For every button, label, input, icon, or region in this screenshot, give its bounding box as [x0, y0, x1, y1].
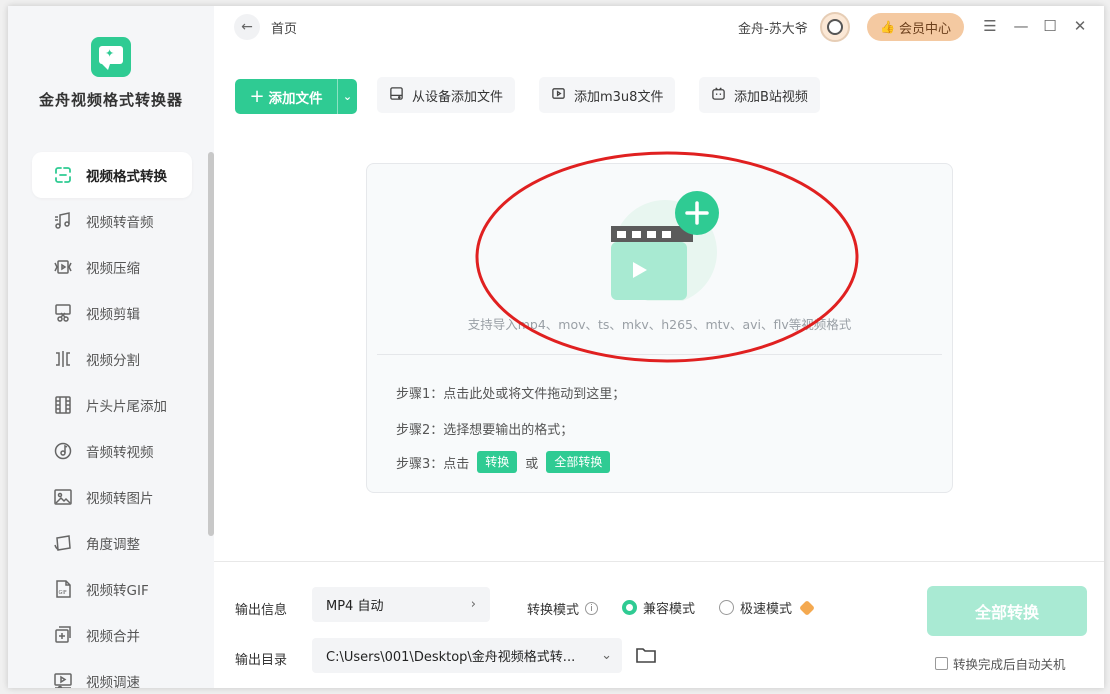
chevron-down-icon[interactable]: ⌄ — [337, 79, 357, 114]
step-3-text: 步骤3：点击 转换 或 全部转换 — [396, 451, 618, 473]
convert-all-chip: 全部转换 — [546, 451, 611, 473]
sidebar-item-label: 视频合并 — [86, 629, 140, 645]
step-1-text: 步骤1：点击此处或将文件拖动到这里； — [396, 387, 626, 402]
speed-icon — [52, 670, 74, 688]
music-disc-icon — [52, 440, 74, 462]
app-logo-icon: ✦ — [91, 37, 131, 77]
step-2-text: 步骤2：选择想要输出的格式； — [396, 423, 574, 438]
minimize-icon[interactable]: — — [1011, 16, 1031, 36]
output-settings-bar: 输出信息 MP4 自动 › 转换模式 i 兼容模式 极速模式 输出目录 C:\U… — [214, 561, 1104, 688]
sidebar-item-angle-adjust[interactable]: 角度调整 — [32, 520, 192, 566]
sidebar-item-label: 视频格式转换 — [86, 169, 167, 185]
convert-icon — [52, 164, 74, 186]
sidebar-item-video-to-gif[interactable]: GIF 视频转GIF — [32, 566, 192, 612]
add-bilibili-button[interactable]: 添加B站视频 — [699, 77, 820, 113]
output-dir-label: 输出目录 — [235, 653, 288, 668]
avatar[interactable] — [820, 12, 850, 42]
film-strip-icon — [52, 394, 74, 416]
sidebar-item-video-speed[interactable]: 视频调速 — [32, 658, 192, 688]
mode-fast-radio[interactable]: 极速模式 — [719, 598, 815, 617]
sidebar-item-label: 角度调整 — [86, 537, 140, 553]
sidebar-scrollbar[interactable] — [208, 152, 214, 536]
sidebar-item-video-to-audio[interactable]: 视频转音频 — [32, 198, 192, 244]
output-dir-select[interactable]: C:\Users\001\Desktop\金舟视频格式转... ⌄ — [312, 638, 622, 673]
merge-icon — [52, 624, 74, 646]
play-box-icon — [551, 86, 566, 105]
compress-icon — [52, 256, 74, 278]
gif-file-icon: GIF — [52, 578, 74, 600]
vip-badge-icon — [799, 599, 815, 616]
radio-selected-icon — [622, 600, 637, 615]
add-m3u8-button[interactable]: 添加m3u8文件 — [539, 77, 676, 113]
user-name: 金舟-苏大爷 — [738, 22, 808, 37]
sidebar-item-video-compress[interactable]: 视频压缩 — [32, 244, 192, 290]
sidebar-item-video-merge[interactable]: 视频合并 — [32, 612, 192, 658]
scissors-icon — [52, 302, 74, 324]
arrow-left-icon: ← — [241, 19, 253, 35]
app-window: ✦ 金舟视频格式转换器 视频格式转换 视频转音频 视频压缩 视频剪辑 视频分割 … — [8, 6, 1104, 688]
sidebar-item-intro-outro-add[interactable]: 片头片尾添加 — [32, 382, 192, 428]
sidebar-item-video-to-image[interactable]: 视频转图片 — [32, 474, 192, 520]
mode-compatible-radio[interactable]: 兼容模式 — [622, 598, 695, 617]
sidebar-item-label: 视频压缩 — [86, 261, 140, 277]
folder-icon[interactable] — [635, 645, 657, 669]
close-icon[interactable]: ✕ — [1070, 16, 1090, 36]
add-file-button[interactable]: + 添加文件 ⌄ — [235, 79, 357, 114]
output-format-select[interactable]: MP4 自动 › — [312, 587, 490, 622]
annotation-ellipse — [475, 151, 859, 363]
sidebar-item-video-split[interactable]: 视频分割 — [32, 336, 192, 382]
sidebar-item-video-edit[interactable]: 视频剪辑 — [32, 290, 192, 336]
back-button[interactable]: ← — [234, 14, 260, 40]
vip-label: 会员中心 — [898, 21, 951, 37]
maximize-icon[interactable]: ☐ — [1040, 16, 1060, 36]
checkbox-icon — [935, 657, 948, 670]
menu-icon[interactable]: ☰ — [980, 16, 1000, 36]
auto-shutdown-checkbox[interactable]: 转换完成后自动关机 — [935, 654, 1066, 673]
sidebar-item-audio-to-video[interactable]: 音频转视频 — [32, 428, 192, 474]
chevron-right-icon: › — [470, 597, 476, 612]
sidebar: ✦ 金舟视频格式转换器 视频格式转换 视频转音频 视频压缩 视频剪辑 视频分割 … — [8, 6, 214, 688]
sidebar-item-video-format-convert[interactable]: 视频格式转换 — [32, 152, 192, 198]
sidebar-item-label: 音频转视频 — [86, 445, 154, 461]
sidebar-nav: 视频格式转换 视频转音频 视频压缩 视频剪辑 视频分割 片头片尾添加 音频转视频… — [32, 152, 192, 688]
radio-unselected-icon — [719, 600, 734, 615]
convert-chip: 转换 — [477, 451, 518, 473]
hard-drive-icon — [389, 86, 404, 105]
breadcrumb: 首页 — [271, 22, 298, 37]
add-from-device-button[interactable]: 从设备添加文件 — [377, 77, 516, 113]
image-icon — [52, 486, 74, 508]
plus-icon: + — [249, 86, 265, 107]
sidebar-item-label: 视频剪辑 — [86, 307, 140, 323]
convert-all-button[interactable]: 全部转换 — [927, 586, 1087, 636]
convert-mode-label: 转换模式 i — [527, 599, 599, 618]
sidebar-item-label: 视频分割 — [86, 353, 140, 369]
thumbs-up-icon: 👍 — [880, 20, 895, 34]
svg-text:GIF: GIF — [59, 590, 67, 596]
rotate-icon — [52, 532, 74, 554]
music-note-icon — [52, 210, 74, 232]
info-icon[interactable]: i — [585, 602, 599, 615]
split-icon — [52, 348, 74, 370]
sidebar-item-label: 视频调速 — [86, 675, 140, 688]
sidebar-item-label: 片头片尾添加 — [86, 399, 167, 415]
chevron-down-icon: ⌄ — [601, 648, 612, 663]
vip-center-button[interactable]: 👍 会员中心 — [867, 13, 964, 41]
app-title: 金舟视频格式转换器 — [38, 91, 183, 109]
sidebar-item-label: 视频转GIF — [86, 583, 149, 599]
output-info-label: 输出信息 — [235, 603, 288, 618]
sidebar-item-label: 视频转音频 — [86, 215, 154, 231]
bilibili-tv-icon — [711, 86, 726, 105]
sidebar-item-label: 视频转图片 — [86, 491, 154, 507]
